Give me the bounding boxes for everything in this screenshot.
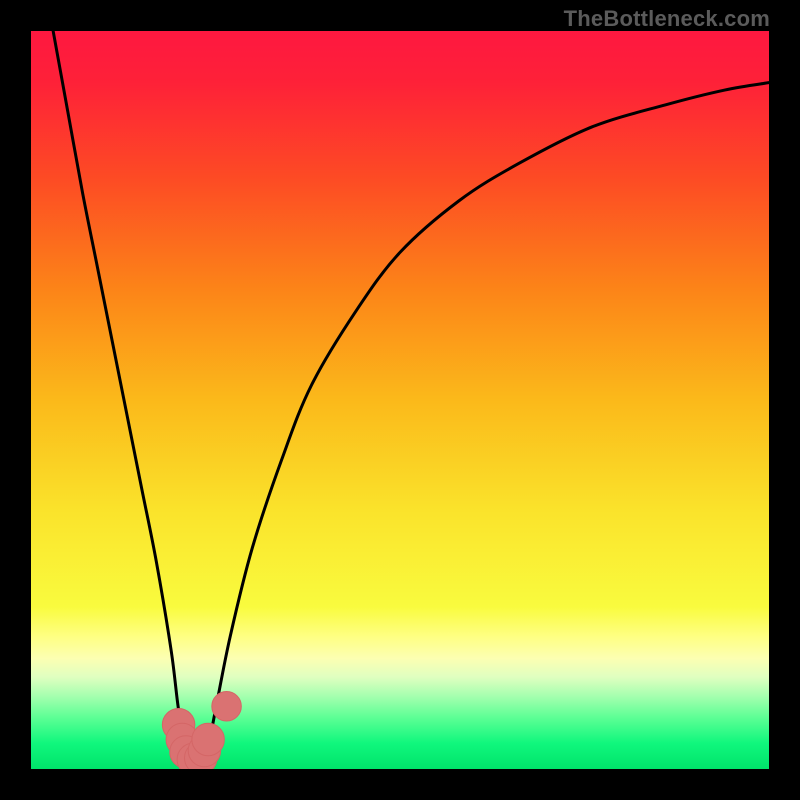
plot-area: [31, 31, 769, 769]
curve-markers: [162, 692, 241, 769]
curve-marker: [212, 692, 242, 722]
watermark-text: TheBottleneck.com: [564, 6, 770, 32]
bottleneck-curve: [53, 31, 769, 768]
chart-stage: TheBottleneck.com: [0, 0, 800, 800]
curve-marker: [192, 723, 224, 755]
curves-layer: [31, 31, 769, 769]
